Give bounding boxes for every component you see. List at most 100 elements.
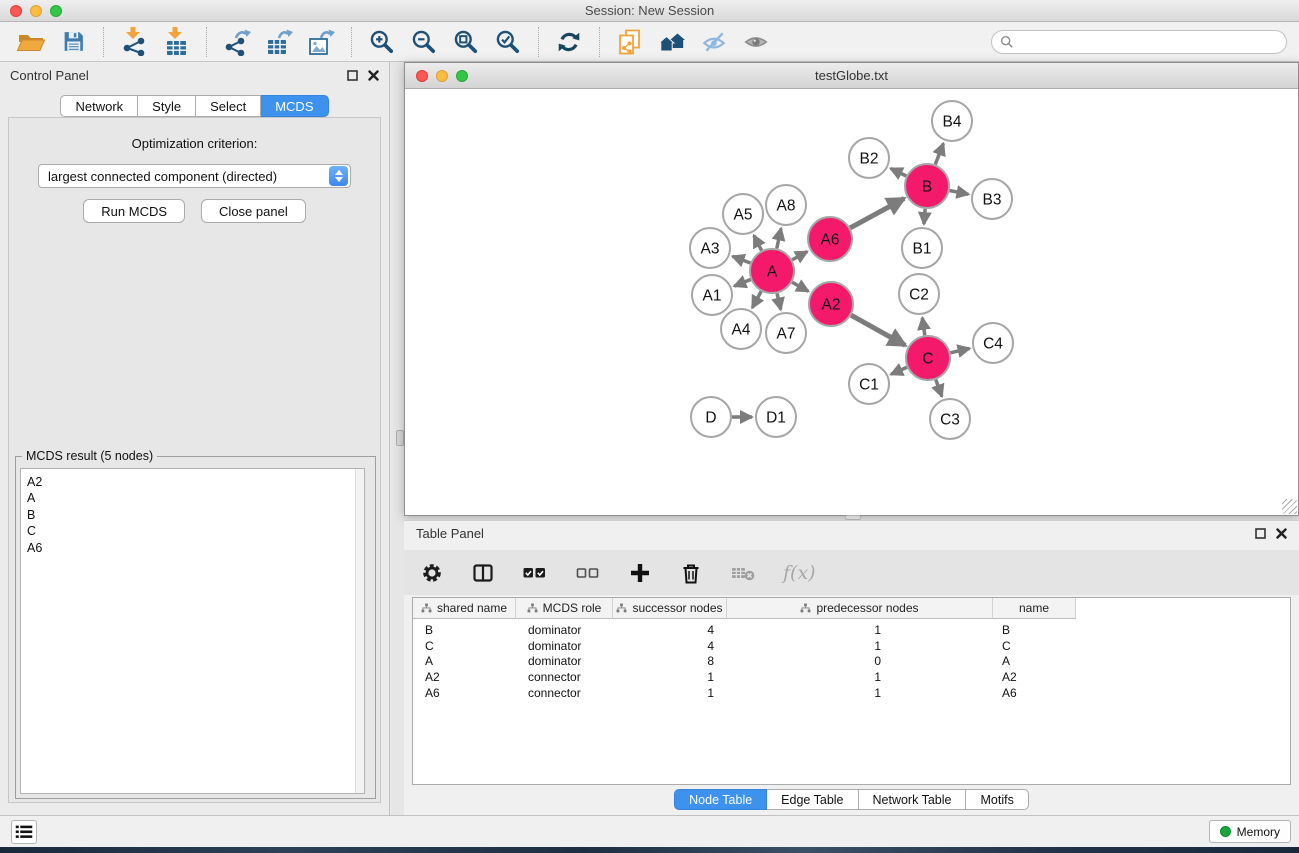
mcds-result-item[interactable]: B (27, 507, 364, 523)
search-input[interactable] (1019, 32, 1286, 52)
graph-node-D1[interactable]: D1 (756, 397, 796, 437)
import-network-button[interactable] (113, 25, 155, 59)
tab-network[interactable]: Network (60, 95, 138, 117)
mcds-result-list[interactable]: A2ABCA6 (20, 468, 365, 794)
mcds-result-item[interactable]: A2 (27, 474, 364, 490)
graph-edge-A-A1[interactable] (734, 280, 750, 287)
table-cell[interactable]: 1 (727, 686, 993, 700)
task-history-button[interactable] (11, 820, 37, 844)
float-panel-icon[interactable] (347, 70, 358, 81)
minimize-network-button[interactable] (436, 70, 448, 82)
run-mcds-button[interactable]: Run MCDS (83, 199, 185, 223)
export-table-button[interactable] (258, 25, 300, 59)
maximize-window-button[interactable] (50, 5, 62, 17)
table-row[interactable]: Bdominator41B (413, 622, 1290, 638)
graph-edge-C-C3[interactable] (936, 380, 942, 397)
show-all-button[interactable] (735, 25, 777, 59)
function-builder-icon[interactable]: f(x) (783, 562, 816, 584)
table-cell[interactable]: 4 (613, 623, 727, 637)
table-cell[interactable]: C (413, 639, 516, 653)
table-row[interactable]: A2connector11A2 (413, 669, 1290, 685)
float-panel-icon[interactable] (1255, 528, 1266, 539)
table-cell[interactable]: A (993, 654, 1076, 668)
memory-button[interactable]: Memory (1209, 820, 1291, 843)
close-panel-button[interactable]: Close panel (201, 199, 306, 223)
graph-node-C1[interactable]: C1 (849, 364, 889, 404)
graph-node-A8[interactable]: A8 (766, 185, 806, 225)
export-network-button[interactable] (216, 25, 258, 59)
graph-node-B[interactable]: B (905, 164, 949, 208)
close-panel-icon[interactable] (368, 70, 379, 81)
graph-edge-A-A8[interactable] (777, 228, 781, 248)
table-cell[interactable]: connector (516, 670, 613, 684)
column-header-mcds-role[interactable]: MCDS role (516, 598, 613, 619)
close-window-button[interactable] (10, 5, 22, 17)
search-box[interactable] (991, 30, 1287, 54)
tab-network-table[interactable]: Network Table (859, 789, 967, 810)
table-cell[interactable]: 1 (727, 670, 993, 684)
criterion-dropdown[interactable]: largest connected component (directed) (38, 164, 351, 188)
graph-edge-A-A2[interactable] (792, 282, 808, 291)
maximize-network-button[interactable] (456, 70, 468, 82)
mcds-result-item[interactable]: A6 (27, 540, 364, 556)
table-row[interactable]: Adominator80A (413, 654, 1290, 670)
graph-edge-B-B1[interactable] (924, 209, 925, 224)
graph-node-B3[interactable]: B3 (972, 179, 1012, 219)
graph-edge-A-A4[interactable] (752, 291, 761, 308)
graph-node-D[interactable]: D (691, 397, 731, 437)
graph-edge-B-B4[interactable] (935, 143, 943, 164)
column-header-successor-nodes[interactable]: successor nodes (613, 598, 727, 619)
table-cell[interactable]: A2 (413, 670, 516, 684)
graph-edge-C-C2[interactable] (922, 318, 924, 335)
tab-mcds[interactable]: MCDS (261, 95, 328, 117)
graph-node-B4[interactable]: B4 (932, 101, 972, 141)
table-cell[interactable]: A6 (413, 686, 516, 700)
graph-edge-A2-C[interactable] (851, 315, 905, 345)
graph-node-A2[interactable]: A2 (809, 282, 853, 326)
table-cell[interactable]: C (993, 639, 1076, 653)
import-table-button[interactable] (155, 25, 197, 59)
graph-node-B1[interactable]: B1 (902, 228, 942, 268)
graph-edge-C-C1[interactable] (891, 367, 907, 374)
close-panel-icon[interactable] (1276, 528, 1287, 539)
network-window-titlebar[interactable]: testGlobe.txt (405, 63, 1298, 89)
graph-node-A[interactable]: A (750, 249, 794, 293)
graph-node-C2[interactable]: C2 (899, 274, 939, 314)
table-cell[interactable]: 1 (727, 639, 993, 653)
table-cell[interactable]: dominator (516, 623, 613, 637)
column-header-predecessor-nodes[interactable]: predecessor nodes (727, 598, 993, 619)
table-cell[interactable]: 0 (727, 654, 993, 668)
tab-motifs[interactable]: Motifs (966, 789, 1028, 810)
delete-table-icon[interactable] (730, 562, 756, 584)
table-cell[interactable]: B (993, 623, 1076, 637)
graph-node-A7[interactable]: A7 (766, 313, 806, 353)
table-cell[interactable]: A2 (993, 670, 1076, 684)
column-header-shared-name[interactable]: shared name (413, 598, 516, 619)
table-row[interactable]: Cdominator41C (413, 638, 1290, 654)
network-from-file-button[interactable] (609, 25, 651, 59)
mcds-result-item[interactable]: C (27, 523, 364, 539)
tab-edge-table[interactable]: Edge Table (767, 789, 858, 810)
graph-node-A3[interactable]: A3 (690, 228, 730, 268)
table-cell[interactable]: dominator (516, 639, 613, 653)
graph-edge-A-A7[interactable] (777, 293, 781, 309)
delete-column-trash-icon[interactable] (679, 561, 703, 585)
result-scrollbar[interactable] (355, 469, 364, 793)
table-cell[interactable]: 1 (613, 670, 727, 684)
graph-node-C4[interactable]: C4 (973, 323, 1013, 363)
hide-selected-button[interactable] (693, 25, 735, 59)
mcds-result-item[interactable]: A (27, 490, 364, 506)
graph-edge-B-B2[interactable] (891, 168, 907, 176)
tab-node-table[interactable]: Node Table (674, 789, 767, 810)
table-cell[interactable]: A (413, 654, 516, 668)
minimize-window-button[interactable] (30, 5, 42, 17)
graph-node-A5[interactable]: A5 (723, 194, 763, 234)
graph-node-C3[interactable]: C3 (930, 399, 970, 439)
table-cell[interactable]: connector (516, 686, 613, 700)
refresh-view-button[interactable] (548, 25, 590, 59)
export-image-button[interactable] (300, 25, 342, 59)
table-cell[interactable]: 8 (613, 654, 727, 668)
graph-edge-B-B3[interactable] (950, 191, 969, 195)
split-divider-handle[interactable] (396, 430, 404, 446)
zoom-in-button[interactable] (361, 25, 403, 59)
